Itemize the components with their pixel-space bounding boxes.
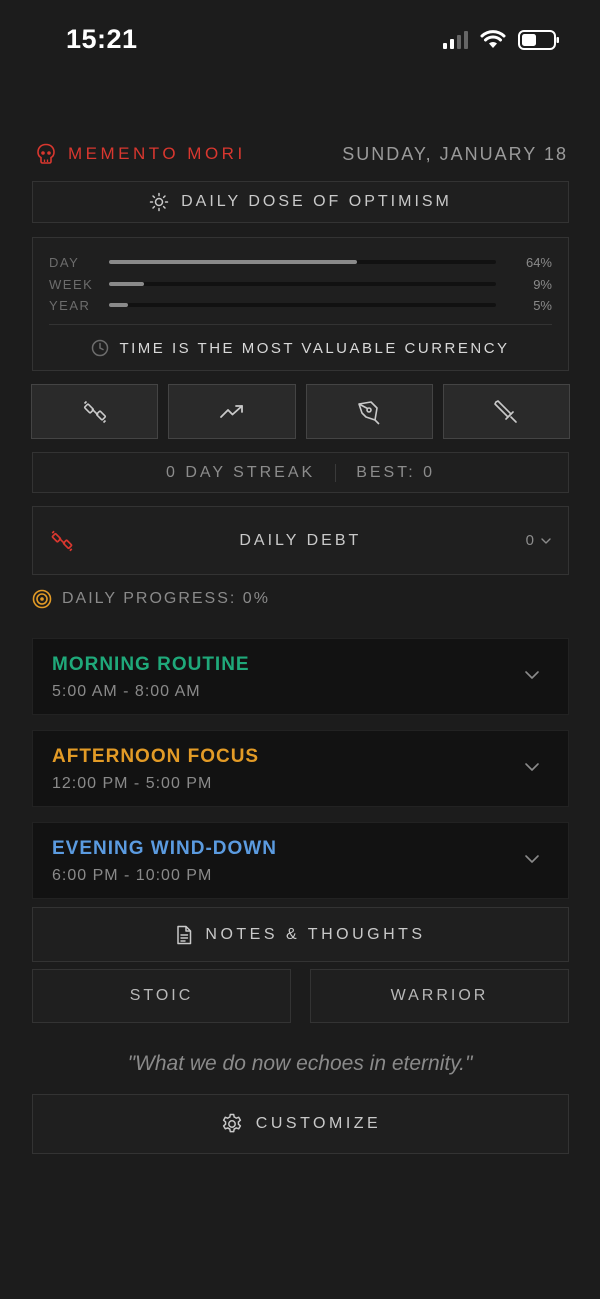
routine-time: 12:00 PM - 5:00 PM: [52, 775, 213, 792]
sun-icon: [149, 192, 169, 212]
progress-fill: [109, 260, 357, 264]
header: MEMENTO MORI SUNDAY, JANUARY 18: [36, 140, 568, 168]
routine-time: 5:00 AM - 8:00 AM: [52, 683, 201, 700]
debt-title: DAILY DEBT: [239, 531, 362, 549]
divider: [335, 463, 337, 482]
tool-buttons: [31, 384, 570, 439]
customize-button[interactable]: CUSTOMIZE: [32, 1094, 569, 1154]
progress-row-day: DAY 64%: [49, 254, 552, 270]
routine-title: MORNING ROUTINE: [52, 654, 250, 675]
trends-button[interactable]: [168, 384, 296, 439]
progress-label: YEAR: [49, 297, 91, 313]
status-time: 15:21: [66, 24, 138, 54]
target-icon: [32, 589, 52, 609]
status-icons: [443, 30, 560, 50]
best-streak: BEST: 0: [356, 463, 436, 481]
progress-track: [109, 303, 496, 307]
quote: "What we do now echoes in eternity.": [127, 1052, 473, 1075]
daily-debt-dropdown[interactable]: DAILY DEBT 0: [32, 506, 569, 575]
motto: TIME IS THE MOST VALUABLE CURRENCY: [33, 336, 568, 360]
chevron-down-icon: [525, 671, 539, 679]
wifi-icon: [480, 30, 506, 48]
workout-button[interactable]: [31, 384, 159, 439]
pen-nib-icon: [358, 400, 380, 425]
notes-button[interactable]: NOTES & THOUGHTS: [32, 907, 569, 962]
brand: MEMENTO MORI: [36, 143, 246, 165]
customize-label: CUSTOMIZE: [255, 1115, 382, 1132]
dumbbell-icon: [83, 400, 106, 423]
progress-track: [109, 282, 496, 286]
progress-fill: [109, 282, 144, 286]
routine-afternoon[interactable]: AFTERNOON FOCUS 12:00 PM - 5:00 PM: [32, 730, 569, 807]
notes-label: NOTES & THOUGHTS: [205, 925, 426, 943]
brand-title: MEMENTO MORI: [68, 144, 246, 163]
daily-optimism-button[interactable]: DAILY DOSE OF OPTIMISM: [32, 181, 569, 223]
trending-up-icon: [219, 404, 243, 418]
warrior-button[interactable]: WARRIOR: [310, 969, 569, 1023]
clock-icon: [92, 339, 109, 357]
progress-fill: [109, 303, 129, 307]
battle-button[interactable]: [442, 384, 570, 439]
progress-value: 9%: [533, 276, 552, 292]
sword-icon: [494, 399, 518, 423]
progress-value: 5%: [533, 297, 552, 313]
progress-value: 64%: [525, 254, 552, 270]
document-icon: [177, 925, 192, 944]
divider: [49, 324, 552, 325]
time-progress-panel: DAY 64% WEEK 9% YEAR 5% TIME IS THE MOST…: [32, 237, 569, 371]
progress-label: WEEK: [49, 276, 94, 292]
chevron-down-icon: [541, 537, 551, 544]
routine-time: 6:00 PM - 10:00 PM: [52, 867, 213, 884]
optimism-label: DAILY DOSE OF OPTIMISM: [181, 193, 452, 210]
gear-icon: [222, 1113, 241, 1133]
progress-row-week: WEEK 9%: [49, 276, 552, 292]
routine-title: EVENING WIND-DOWN: [52, 838, 277, 859]
signal-icon: [443, 31, 468, 49]
motto-text: TIME IS THE MOST VALUABLE CURRENCY: [119, 339, 510, 357]
battery-icon: [518, 30, 559, 50]
streak-bar: 0 DAY STREAK BEST: 0: [32, 452, 569, 493]
daily-progress-label: DAILY PROGRESS: 0%: [62, 590, 270, 607]
progress-track: [109, 260, 496, 264]
chevron-down-icon: [525, 763, 539, 771]
journal-button[interactable]: [305, 384, 433, 439]
daily-progress: DAILY PROGRESS: 0%: [32, 586, 270, 612]
current-streak: 0 DAY STREAK: [165, 463, 316, 481]
routine-title: AFTERNOON FOCUS: [52, 746, 260, 767]
routine-morning[interactable]: MORNING ROUTINE 5:00 AM - 8:00 AM: [32, 638, 569, 715]
debt-count: 0: [525, 532, 534, 549]
debt-value: 0: [526, 532, 552, 549]
current-date: SUNDAY, JANUARY 18: [342, 143, 568, 164]
routine-evening[interactable]: EVENING WIND-DOWN 6:00 PM - 10:00 PM: [32, 822, 569, 899]
mode-buttons: STOIC WARRIOR: [32, 969, 569, 1023]
status-bar: 15:21: [0, 0, 600, 80]
stoic-button[interactable]: STOIC: [32, 969, 291, 1023]
dumbbell-icon: [51, 530, 73, 551]
progress-label: DAY: [49, 254, 80, 270]
progress-row-year: YEAR 5%: [49, 297, 552, 313]
chevron-down-icon: [525, 855, 539, 863]
skull-icon: [37, 143, 55, 164]
